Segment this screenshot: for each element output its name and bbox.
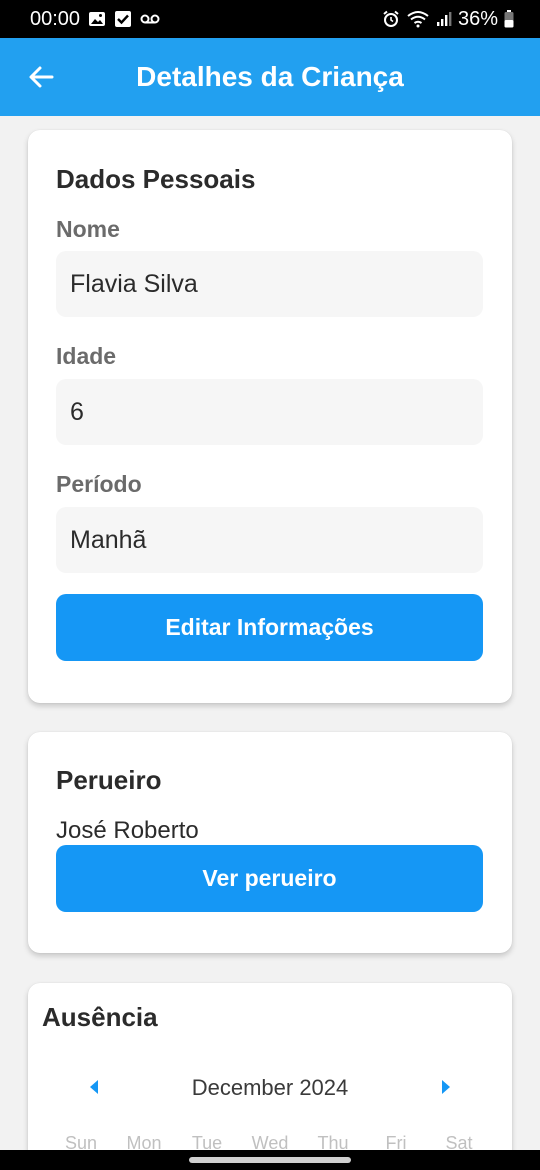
voicemail-icon	[140, 12, 160, 26]
age-label: Idade	[56, 343, 117, 369]
battery-icon	[504, 10, 514, 28]
personal-data-card: Dados Pessoais Nome Flavia Silva Idade 6…	[28, 130, 512, 703]
period-label: Período	[56, 471, 142, 497]
personal-data-title: Dados Pessoais	[56, 164, 256, 194]
age-field: 6	[56, 379, 483, 445]
status-time: 00:00	[30, 7, 81, 30]
gallery-icon	[88, 10, 106, 28]
absence-card: Ausência December 2024 Sun Mon Tue Wed T…	[28, 983, 512, 1170]
check-box-icon	[114, 10, 132, 28]
app-bar: Detalhes da Criança	[0, 38, 540, 116]
absence-title: Ausência	[42, 1002, 158, 1032]
system-nav-bar	[0, 1150, 540, 1170]
driver-name: José Roberto	[56, 817, 199, 844]
edit-info-button[interactable]: Editar Informações	[56, 594, 483, 661]
status-bar: 00:00 36%	[0, 0, 540, 38]
driver-title: Perueiro	[56, 765, 162, 795]
home-gesture-handle[interactable]	[189, 1157, 351, 1163]
wifi-icon	[406, 10, 430, 28]
name-label: Nome	[56, 216, 120, 242]
name-field: Flavia Silva	[56, 251, 483, 317]
driver-card: Perueiro José Roberto Ver perueiro	[28, 732, 512, 953]
period-field: Manhã	[56, 507, 483, 573]
battery-percent: 36%	[457, 7, 498, 30]
alarm-icon	[382, 10, 400, 28]
page-title: Detalhes da Criança	[136, 61, 404, 92]
view-driver-button[interactable]: Ver perueiro	[56, 845, 483, 912]
arrow-back-icon[interactable]	[24, 60, 58, 94]
signal-icon	[436, 11, 452, 27]
caret-right-icon[interactable]	[436, 1077, 456, 1097]
